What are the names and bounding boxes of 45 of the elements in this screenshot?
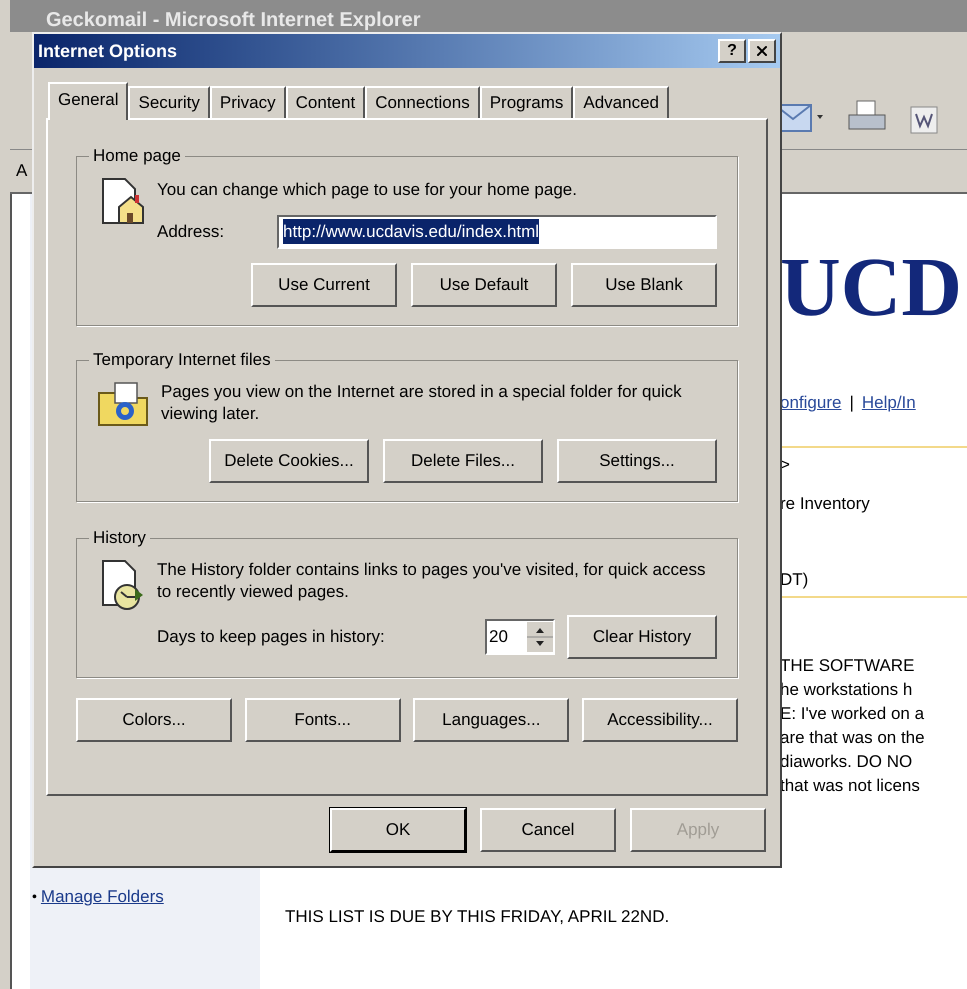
temporary-files-description: Pages you view on the Internet are stored in a special folder for quick viewing later.	[161, 380, 683, 424]
dialog-button[interactable]: OK	[330, 808, 466, 852]
home-page-button[interactable]: Use Current	[251, 262, 397, 306]
days-label: Days to keep pages in history:	[157, 626, 386, 648]
days-value: 20	[488, 626, 509, 648]
address-label: Address:	[157, 220, 226, 243]
options-button[interactable]: Accessibility...	[582, 698, 738, 742]
history-description: The History folder contains links to pages you've visited, for quick access to recently viewed pages.	[157, 558, 706, 602]
tab[interactable]: Programs	[480, 86, 574, 118]
temporary-files-button[interactable]: Delete Cookies...	[209, 438, 369, 482]
home-page-description: You can change which page to use for your home page.	[157, 179, 578, 201]
dialog-button[interactable]: Cancel	[480, 808, 616, 852]
home-page-button[interactable]: Use Blank	[571, 262, 717, 306]
browser-title: Geckomail - Microsoft Internet Explorer	[46, 8, 421, 32]
link-separator: |	[849, 392, 854, 414]
tab[interactable]: General	[48, 82, 128, 120]
manage-folders-link[interactable]: Manage Folders	[40, 884, 164, 910]
bullet: •	[32, 887, 37, 906]
address-value: http://www.ucdavis.edu/index.html	[283, 218, 540, 244]
site-logo: UCD	[780, 246, 963, 330]
close-button[interactable]	[748, 39, 776, 63]
clear-history-button[interactable]: Clear History	[567, 614, 717, 658]
folder-icon	[97, 380, 151, 426]
tab[interactable]: Advanced	[573, 86, 670, 118]
temporary-files-button[interactable]: Delete Files...	[383, 438, 543, 482]
close-icon	[754, 43, 770, 59]
help-button[interactable]: ?	[718, 39, 746, 63]
tab[interactable]: Privacy	[210, 86, 286, 118]
options-button[interactable]: Colors...	[76, 698, 232, 742]
due-notice: THIS LIST IS DUE BY THIS FRIDAY, APRIL 22ND.	[285, 906, 670, 928]
address-label: A	[16, 160, 28, 182]
options-button[interactable]: Languages...	[413, 698, 570, 742]
help-link[interactable]: Help/In	[862, 390, 916, 416]
configure-link[interactable]: onfigure	[780, 390, 842, 416]
dialog-title: Internet Options	[38, 40, 177, 63]
tab[interactable]: Security	[128, 86, 210, 118]
days-spinner[interactable]: 20	[485, 618, 555, 654]
address-field[interactable]: http://www.ucdavis.edu/index.html	[277, 214, 717, 248]
spinner-arrows-icon	[527, 622, 553, 652]
home-page-button[interactable]: Use Default	[411, 262, 557, 306]
tab[interactable]: Connections	[365, 86, 480, 118]
word-icon	[909, 105, 939, 135]
temporary-files-button[interactable]: Settings...	[557, 438, 717, 482]
options-button[interactable]: Fonts...	[244, 698, 401, 742]
tab[interactable]: Content	[286, 86, 366, 118]
